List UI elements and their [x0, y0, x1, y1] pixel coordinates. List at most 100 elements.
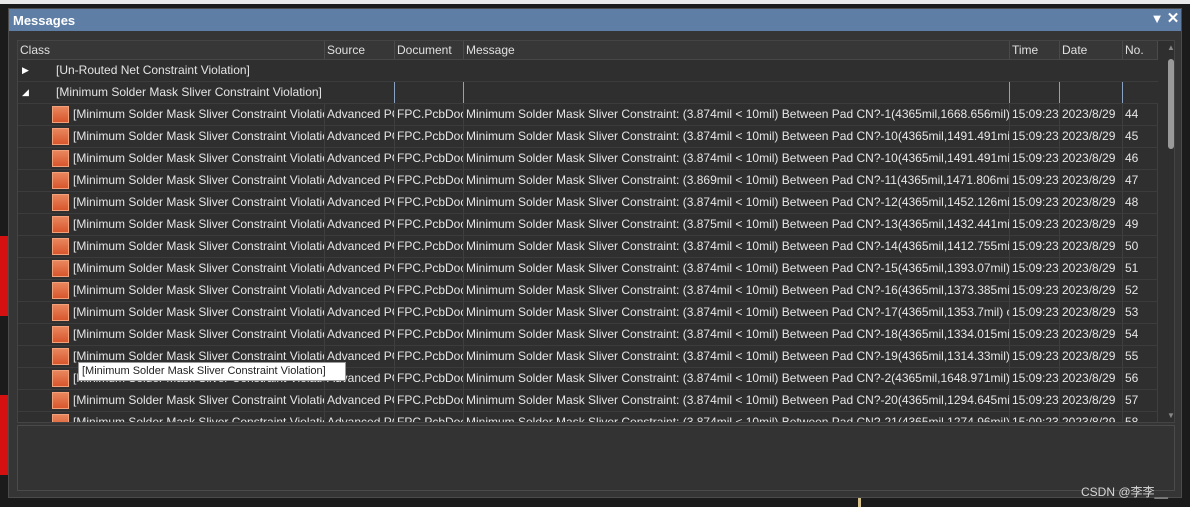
- cell-time: 15:09:23: [1010, 368, 1060, 389]
- messages-panel: Messages ▼ ✕ Class Source Document Messa…: [8, 8, 1182, 498]
- cell-time: 15:09:23: [1010, 302, 1060, 323]
- cell-date: 2023/8/29: [1060, 258, 1123, 279]
- messages-grid: Class Source Document Message Time Date …: [17, 40, 1175, 423]
- cell-date: 2023/8/29: [1060, 324, 1123, 345]
- column-header-message[interactable]: Message: [464, 41, 1010, 59]
- cell-message: Minimum Solder Mask Sliver Constraint: (…: [464, 236, 1010, 257]
- cell-class: [Minimum Solder Mask Sliver Constraint V…: [71, 302, 325, 323]
- table-row[interactable]: [Minimum Solder Mask Sliver Constraint V…: [18, 126, 1158, 148]
- panel-menu-icon[interactable]: ▼: [1149, 10, 1165, 28]
- cell-class: [Minimum Solder Mask Sliver Constraint V…: [71, 258, 325, 279]
- cell-time: 15:09:23: [1010, 104, 1060, 125]
- cell-class: [Minimum Solder Mask Sliver Constraint V…: [71, 280, 325, 301]
- violation-icon: [52, 304, 69, 321]
- cell-message: Minimum Solder Mask Sliver Constraint: (…: [464, 258, 1010, 279]
- cell-time: 15:09:23: [1010, 236, 1060, 257]
- violation-icon: [52, 326, 69, 343]
- cell-time: 15:09:23: [1010, 324, 1060, 345]
- cell-no: 55: [1123, 346, 1158, 367]
- vertical-scrollbar[interactable]: ▲ ▼: [1166, 41, 1174, 422]
- expand-icon[interactable]: ▶: [22, 60, 34, 81]
- cell-date: 2023/8/29: [1060, 104, 1123, 125]
- cell-time: 15:09:23: [1010, 192, 1060, 213]
- cell-date: 2023/8/29: [1060, 368, 1123, 389]
- message-detail-pane: [17, 425, 1175, 491]
- cell-no: 47: [1123, 170, 1158, 191]
- column-header-time[interactable]: Time: [1010, 41, 1060, 59]
- background-red-edge: [0, 236, 8, 316]
- group-row-unrouted[interactable]: ▶ [Un-Routed Net Constraint Violation]: [18, 60, 1158, 82]
- panel-titlebar[interactable]: Messages ▼ ✕: [9, 9, 1181, 31]
- background-line: [858, 498, 861, 507]
- cell-no: 58: [1123, 412, 1158, 422]
- class-tooltip: [Minimum Solder Mask Sliver Constraint V…: [78, 362, 346, 381]
- column-header-source[interactable]: Source: [325, 41, 395, 59]
- cell-document: FPC.PcbDoc: [395, 214, 464, 235]
- cell-time: 15:09:23: [1010, 148, 1060, 169]
- cell-message: Minimum Solder Mask Sliver Constraint: (…: [464, 192, 1010, 213]
- cell-date: 2023/8/29: [1060, 346, 1123, 367]
- collapse-icon[interactable]: ◢: [22, 82, 34, 103]
- cell-no: 50: [1123, 236, 1158, 257]
- cell-source: Advanced PC: [325, 412, 395, 422]
- violation-icon: [52, 414, 69, 422]
- cell-time: 15:09:23: [1010, 126, 1060, 147]
- cell-document: FPC.PcbDoc: [395, 302, 464, 323]
- cell-class: [Minimum Solder Mask Sliver Constraint V…: [71, 390, 325, 411]
- cell-source: Advanced PC: [325, 324, 395, 345]
- cell-time: 15:09:23: [1010, 170, 1060, 191]
- table-row[interactable]: [Minimum Solder Mask Sliver Constraint V…: [18, 104, 1158, 126]
- cell-no: 57: [1123, 390, 1158, 411]
- cell-no: 48: [1123, 192, 1158, 213]
- table-row[interactable]: [Minimum Solder Mask Sliver Constraint V…: [18, 214, 1158, 236]
- cell-document: FPC.PcbDoc: [395, 280, 464, 301]
- violation-icon: [52, 370, 69, 387]
- table-row[interactable]: [Minimum Solder Mask Sliver Constraint V…: [18, 412, 1158, 422]
- cell-document: FPC.PcbDoc: [395, 148, 464, 169]
- cell-date: 2023/8/29: [1060, 214, 1123, 235]
- table-row[interactable]: [Minimum Solder Mask Sliver Constraint V…: [18, 302, 1158, 324]
- scroll-thumb[interactable]: [1168, 59, 1174, 149]
- cell-class: [Minimum Solder Mask Sliver Constraint V…: [71, 192, 325, 213]
- scroll-up-arrow-icon[interactable]: ▲: [1166, 43, 1174, 53]
- row-selection-cell: [325, 82, 395, 103]
- column-header-date[interactable]: Date: [1060, 41, 1123, 59]
- cell-message: Minimum Solder Mask Sliver Constraint: (…: [464, 214, 1010, 235]
- table-row[interactable]: [Minimum Solder Mask Sliver Constraint V…: [18, 192, 1158, 214]
- column-header-document[interactable]: Document: [395, 41, 464, 59]
- cell-class: [Minimum Solder Mask Sliver Constraint V…: [71, 126, 325, 147]
- row-selection-cell: [1060, 82, 1123, 103]
- column-header-row: Class Source Document Message Time Date …: [18, 41, 1158, 60]
- cell-document: FPC.PcbDoc: [395, 368, 464, 389]
- cell-time: 15:09:23: [1010, 412, 1060, 422]
- group-row-solder-mask[interactable]: ◢ [Minimum Solder Mask Sliver Constraint…: [18, 82, 1158, 104]
- table-row[interactable]: [Minimum Solder Mask Sliver Constraint V…: [18, 170, 1158, 192]
- cell-message: Minimum Solder Mask Sliver Constraint: (…: [464, 148, 1010, 169]
- table-row[interactable]: [Minimum Solder Mask Sliver Constraint V…: [18, 280, 1158, 302]
- violation-icon: [52, 282, 69, 299]
- cell-no: 54: [1123, 324, 1158, 345]
- table-row[interactable]: [Minimum Solder Mask Sliver Constraint V…: [18, 324, 1158, 346]
- cell-source: Advanced PC: [325, 214, 395, 235]
- table-row[interactable]: [Minimum Solder Mask Sliver Constraint V…: [18, 390, 1158, 412]
- cell-source: Advanced PC: [325, 302, 395, 323]
- table-row[interactable]: [Minimum Solder Mask Sliver Constraint V…: [18, 148, 1158, 170]
- cell-document: FPC.PcbDoc: [395, 412, 464, 422]
- scroll-down-arrow-icon[interactable]: ▼: [1166, 411, 1174, 421]
- table-row[interactable]: [Minimum Solder Mask Sliver Constraint V…: [18, 236, 1158, 258]
- cell-message: Minimum Solder Mask Sliver Constraint: (…: [464, 104, 1010, 125]
- cell-time: 15:09:23: [1010, 214, 1060, 235]
- violation-icon: [52, 172, 69, 189]
- cell-class: [Minimum Solder Mask Sliver Constraint V…: [71, 412, 325, 422]
- cell-no: 56: [1123, 368, 1158, 389]
- table-row[interactable]: [Minimum Solder Mask Sliver Constraint V…: [18, 258, 1158, 280]
- close-icon[interactable]: ✕: [1165, 10, 1181, 28]
- cell-no: 46: [1123, 148, 1158, 169]
- violation-icon: [52, 348, 69, 365]
- column-header-no[interactable]: No.: [1123, 41, 1158, 59]
- column-header-class[interactable]: Class: [18, 41, 325, 59]
- cell-message: Minimum Solder Mask Sliver Constraint: (…: [464, 324, 1010, 345]
- cell-source: Advanced PC: [325, 258, 395, 279]
- cell-class: [Minimum Solder Mask Sliver Constraint V…: [71, 170, 325, 191]
- cell-no: 44: [1123, 104, 1158, 125]
